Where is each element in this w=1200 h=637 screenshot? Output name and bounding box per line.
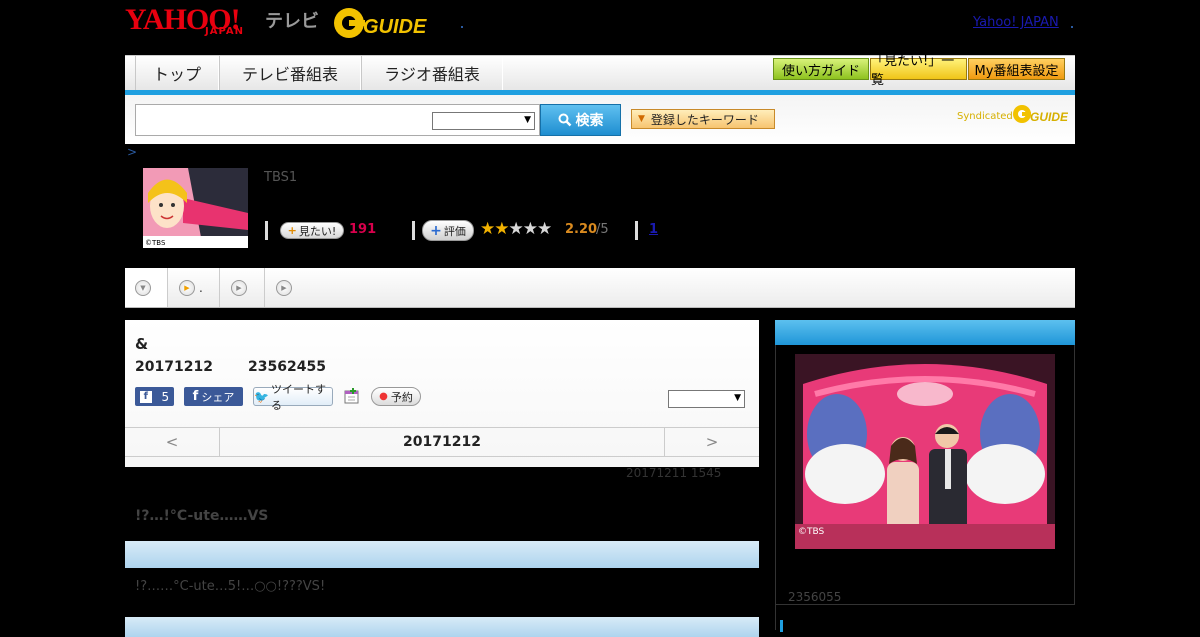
program-date: 20171212	[135, 359, 213, 375]
current-date: 20171212	[403, 434, 481, 450]
search-button-label: 検索	[575, 113, 604, 129]
rate-button[interactable]: + 評価	[422, 220, 474, 241]
record-dot-icon: ●	[379, 391, 388, 402]
reserve-button[interactable]: ● 予約	[371, 387, 421, 406]
play-circle-icon: ▶	[231, 279, 247, 296]
program-photo[interactable]: ©TBS	[795, 354, 1055, 549]
main-nav: トップ テレビ番組表 ラジオ番組表 使い方ガイド 「見たい!」一覧 My番組表設…	[125, 54, 1075, 91]
gguide-logo[interactable]: GUIDE	[333, 6, 433, 40]
want-count: 191	[349, 222, 377, 237]
program-thumbnail[interactable]: ©TBS	[143, 168, 248, 248]
chevron-down-icon: ▼	[524, 115, 531, 125]
channel-label: TBS1	[264, 170, 298, 185]
next-date-button[interactable]: >	[664, 428, 759, 456]
want-to-watch-button[interactable]: + 見たい!	[280, 222, 344, 239]
yahoo-japan-logo-text: JAPAN	[205, 26, 244, 37]
facebook-icon: f	[192, 389, 199, 404]
section-header-band	[125, 541, 759, 568]
facebook-share-button[interactable]: f シェア	[184, 387, 243, 406]
twitter-bird-icon: 🐦	[254, 389, 269, 404]
facebook-share-label: シェア	[201, 390, 235, 404]
program-thumbnail-art: ©TBS	[143, 168, 248, 248]
review-count-link[interactable]: 1	[649, 222, 658, 237]
dropdown-arrow-icon: ▼	[638, 114, 645, 124]
breadcrumb[interactable]: >	[127, 145, 137, 159]
right-panel-accent	[780, 620, 783, 632]
dropdown-circle-icon: ▼	[135, 279, 151, 296]
tab-top[interactable]: トップ	[135, 56, 219, 90]
tab-radio-schedule[interactable]: ラジオ番組表	[361, 56, 503, 90]
star-filled-icon: ★	[494, 219, 509, 239]
calendar-add-icon[interactable]	[344, 388, 359, 404]
play-circle-icon: ▶	[179, 279, 195, 296]
reserve-label: 予約	[390, 390, 413, 404]
star-empty-icon: ★	[522, 219, 538, 239]
divider	[265, 221, 268, 240]
search-icon	[558, 113, 571, 127]
rate-button-label: 評価	[443, 224, 466, 238]
section-header-band	[125, 617, 759, 637]
subtab-2[interactable]: ▶ .	[169, 268, 220, 307]
photo-credit: ©TBS	[798, 527, 825, 537]
gguide-small-logo: GUIDE	[1013, 105, 1068, 124]
subtab-3[interactable]: ▶	[221, 268, 265, 307]
plus-icon: +	[430, 222, 442, 239]
program-subtitle: !?…!°C-ute……VS	[135, 508, 269, 524]
star-empty-icon: ★	[537, 219, 552, 239]
program-title: &	[135, 335, 149, 353]
rating-max: /5	[596, 222, 609, 237]
program-detail-card: & 20171212 23562455 f 5 f シェア 🐦 ツイートする ●…	[125, 320, 759, 467]
rating-value: 2.20	[565, 222, 598, 237]
header-divider	[461, 26, 463, 28]
updated-timestamp: 20171211 1545	[626, 466, 722, 480]
play-circle-icon: ▶	[276, 279, 292, 296]
tweet-label: ツイートする	[270, 382, 326, 412]
search-bar: ▼ 検索 ▼ 登録したキーワード Syndicated GUIDE	[125, 95, 1075, 144]
rating-stars: ★★★★★	[480, 219, 552, 239]
want-list-button[interactable]: 「見たい!」一覧	[870, 54, 967, 88]
date-navigation: < 20171212 >	[125, 427, 759, 457]
program-subtabs: ▼ ▶ . ▶ ▶	[125, 268, 1075, 308]
saved-keyword-button[interactable]: ▼ 登録したキーワード	[631, 109, 775, 129]
saved-keyword-label: 登録したキーワード	[650, 112, 759, 127]
my-schedule-button[interactable]: My番組表設定	[968, 58, 1065, 80]
subtab-1[interactable]: ▼	[125, 268, 168, 307]
tweet-button[interactable]: 🐦 ツイートする	[253, 383, 333, 412]
photo-id: 2356055	[788, 590, 842, 604]
tab-tv-schedule[interactable]: テレビ番組表	[219, 56, 361, 90]
want-button-label: 見たい!	[298, 224, 337, 238]
divider	[635, 221, 638, 240]
subtab-4[interactable]: ▶	[266, 268, 296, 307]
recorder-select[interactable]: ▼	[668, 390, 745, 408]
divider	[412, 221, 415, 240]
program-photo-art: ©TBS	[795, 354, 1055, 549]
guide-button[interactable]: 使い方ガイド	[773, 58, 869, 80]
search-category-select[interactable]: ▼	[432, 112, 535, 130]
header-divider	[1071, 26, 1073, 28]
right-panel-footer	[775, 605, 1075, 630]
previous-date-button[interactable]: <	[125, 428, 220, 456]
gguide-small-logo-text: GUIDE	[1030, 110, 1068, 124]
star-filled-icon: ★	[480, 219, 495, 239]
star-empty-icon: ★	[508, 219, 524, 239]
subtab-label: .	[199, 280, 203, 295]
syndicated-label: Syndicated	[957, 111, 1013, 122]
thumbnail-credit: ©TBS	[145, 239, 166, 247]
chevron-down-icon: ▼	[734, 393, 741, 403]
facebook-like-button[interactable]: f 5	[135, 387, 174, 406]
facebook-like-count: 5	[161, 389, 170, 404]
program-ids: 23562455	[248, 359, 326, 375]
facebook-icon: f	[139, 390, 152, 403]
tv-logo-text: テレビ	[265, 11, 319, 32]
search-button[interactable]: 検索	[540, 104, 621, 136]
yahoo-japan-link[interactable]: Yahoo! JAPAN	[973, 15, 1059, 30]
plus-icon: +	[287, 224, 297, 237]
gguide-logo-text: GUIDE	[363, 16, 427, 38]
program-description: !?……°C-ute…5!…○○!???VS!	[135, 579, 326, 594]
right-panel-header	[775, 320, 1075, 345]
